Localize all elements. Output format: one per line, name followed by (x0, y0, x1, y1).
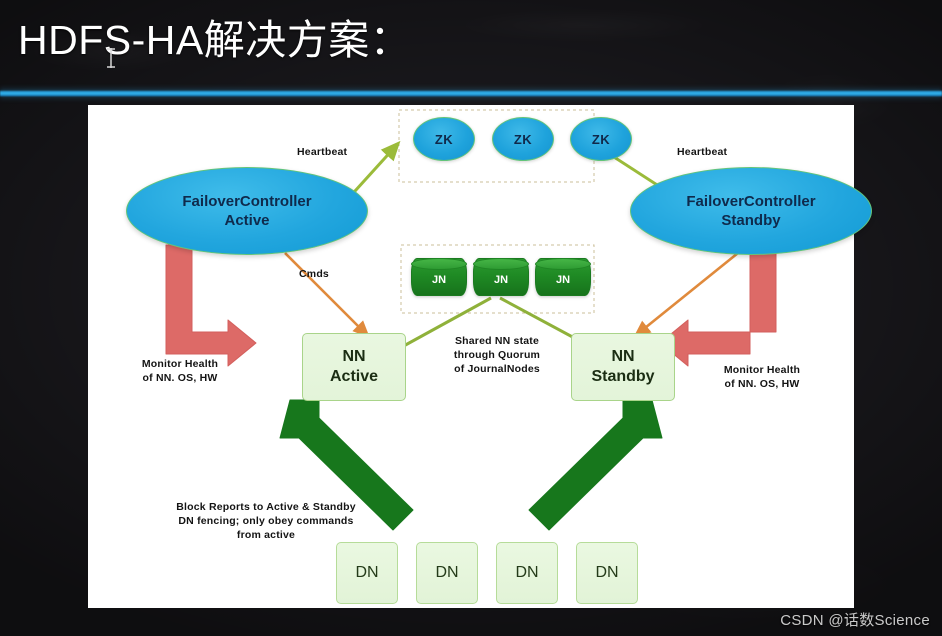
failover-controller-standby-line1: FailoverController (686, 193, 816, 210)
page-title: HDFS-HA解决方案： (18, 17, 412, 63)
shared-state-label-line3: of JournalNodes (454, 363, 540, 375)
hdfs-ha-diagram-panel: ZK ZK ZK FailoverController Active Failo… (88, 105, 872, 608)
monitor-health-label-left-line1: Monitor Health (141, 358, 219, 370)
failover-controller-standby[interactable]: FailoverController Standby (630, 167, 872, 255)
monitor-health-label-right-line2: of NN. OS, HW (724, 378, 800, 390)
zk-node-1[interactable]: ZK (413, 117, 475, 161)
cmds-label: Cmds (299, 268, 329, 280)
monitor-health-label-left-line2: of NN. OS, HW (142, 372, 218, 384)
monitor-health-label-left: Monitor Health of NN. OS, HW (120, 357, 240, 385)
datanode-4-label: DN (595, 564, 619, 581)
datanode-1[interactable]: DN (336, 542, 398, 604)
journalnode-2[interactable]: JN (473, 258, 529, 296)
slide-screenshot: HDFS-HA解决方案： ZK ZK ZK FailoverController… (0, 0, 942, 636)
datanode-2-label: DN (435, 564, 459, 581)
monitor-health-arrow-right (659, 244, 777, 367)
block-report-label-line1: Block Reports to Active & Standby (176, 501, 356, 513)
failover-controller-standby-line2: Standby (721, 212, 781, 229)
journalnode-2-label: JN (493, 273, 509, 286)
journalnode-3-label: JN (555, 273, 571, 286)
namenode-active[interactable]: NN Active (302, 333, 406, 401)
csdn-watermark: CSDN @话数Science (780, 612, 930, 629)
failover-controller-active-line2: Active (224, 212, 270, 229)
zk-node-3-label: ZK (591, 131, 611, 147)
zk-node-1-label: ZK (434, 131, 454, 147)
block-report-arrow-right (528, 399, 663, 531)
heartbeat-label-right: Heartbeat (677, 146, 728, 158)
namenode-standby[interactable]: NN Standby (571, 333, 675, 401)
block-report-label-line2: DN fencing; only obey commands (178, 515, 354, 527)
datanode-4[interactable]: DN (576, 542, 638, 604)
failover-controller-active[interactable]: FailoverController Active (126, 167, 368, 255)
journalnode-1[interactable]: JN (411, 258, 467, 296)
monitor-health-label-right-line1: Monitor Health (723, 364, 801, 376)
shared-state-label-line1: Shared NN state (454, 335, 540, 347)
namenode-standby-line1: NN (611, 348, 635, 365)
journalnode-3[interactable]: JN (535, 258, 591, 296)
failover-controller-active-line1: FailoverController (182, 193, 312, 210)
monitor-health-label-right: Monitor Health of NN. OS, HW (702, 363, 822, 391)
shared-state-label-line2: through Quorum (453, 349, 541, 361)
monitor-health-arrow-left (165, 244, 257, 367)
namenode-active-line1: NN (342, 348, 366, 365)
datanode-2[interactable]: DN (416, 542, 478, 604)
zk-node-3[interactable]: ZK (570, 117, 632, 161)
zk-node-2[interactable]: ZK (492, 117, 554, 161)
journalnode-1-label: JN (431, 273, 447, 286)
datanode-1-label: DN (355, 564, 379, 581)
datanode-3-label: DN (515, 564, 539, 581)
namenode-active-line2: Active (329, 368, 379, 385)
cmds-arrow-left (284, 252, 370, 338)
datanode-3[interactable]: DN (496, 542, 558, 604)
text-cursor-icon (107, 48, 115, 68)
zk-node-2-label: ZK (513, 131, 533, 147)
accent-divider (0, 90, 942, 97)
namenode-standby-line2: Standby (591, 368, 655, 385)
block-report-label: Block Reports to Active & Standby DN fen… (146, 500, 386, 542)
cmds-arrow-right (633, 251, 739, 338)
shared-state-label: Shared NN state through Quorum of Journa… (432, 334, 562, 376)
heartbeat-label-left: Heartbeat (297, 146, 348, 158)
block-report-label-line3: from active (236, 529, 296, 541)
